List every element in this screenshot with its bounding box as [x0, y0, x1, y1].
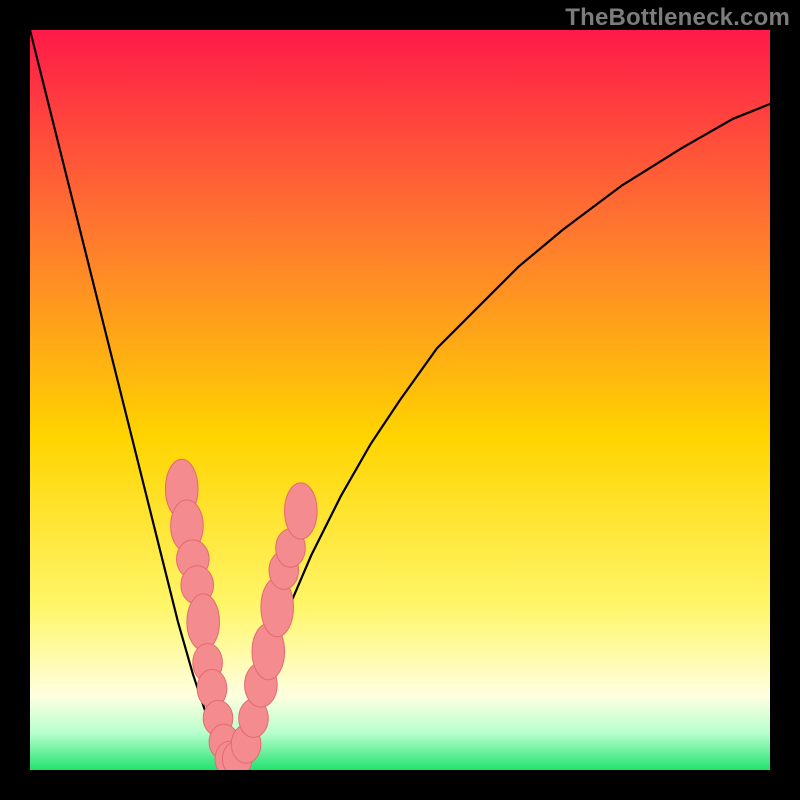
- data-dot: [187, 594, 220, 650]
- watermark-text: TheBottleneck.com: [565, 4, 790, 32]
- chart-svg: [30, 30, 770, 770]
- plot-area: [30, 30, 770, 770]
- data-dot: [285, 483, 318, 539]
- frame-border: TheBottleneck.com: [0, 0, 800, 800]
